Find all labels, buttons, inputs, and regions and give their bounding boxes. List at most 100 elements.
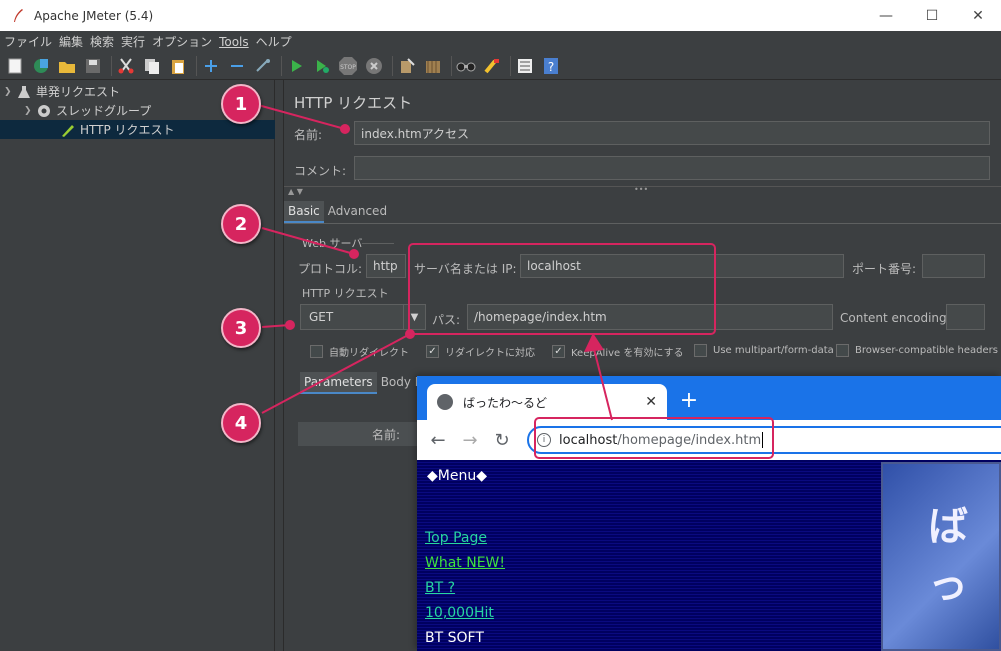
address-bar[interactable]: i localhost/homepage/index.htm: [527, 426, 1001, 454]
svg-text:STOP: STOP: [340, 64, 356, 71]
browser-tab[interactable]: ばったわ～るど ✕: [427, 384, 667, 420]
browser-nav-bar: ← → ↻ i localhost/homepage/index.htm: [417, 420, 1001, 460]
comment-field[interactable]: [354, 156, 990, 180]
collapse-icon[interactable]: [226, 55, 248, 77]
tab-advanced[interactable]: Advanced: [324, 201, 391, 223]
chevron-down-icon[interactable]: ❯: [4, 87, 16, 97]
checkbox-box[interactable]: [694, 344, 707, 357]
search-icon[interactable]: [455, 55, 477, 77]
menu-edit[interactable]: 編集: [59, 33, 83, 50]
keepalive-checkbox[interactable]: ✓ KeepAlive を有効にする: [552, 344, 683, 359]
copy-icon[interactable]: [141, 55, 163, 77]
browser-tab-title: ばったわ～るど: [463, 395, 548, 410]
clear-all-icon[interactable]: [422, 55, 444, 77]
checkbox-box[interactable]: [836, 344, 849, 357]
link-bt[interactable]: BT ?: [425, 580, 455, 596]
help-icon[interactable]: ?: [540, 55, 562, 77]
paste-icon[interactable]: [167, 55, 189, 77]
reload-icon[interactable]: ↻: [491, 429, 513, 451]
tab-parameters[interactable]: Parameters: [300, 372, 377, 394]
check-icon[interactable]: ✓: [426, 345, 439, 358]
shutdown-icon[interactable]: [363, 55, 385, 77]
param-name-header: 名前:: [371, 427, 400, 442]
info-icon[interactable]: i: [537, 433, 551, 447]
multipart-checkbox[interactable]: Use multipart/form-data: [694, 344, 834, 357]
new-icon[interactable]: [4, 55, 26, 77]
function-helper-icon[interactable]: [514, 55, 536, 77]
globe-icon: [437, 394, 453, 410]
menu-search[interactable]: 検索: [90, 33, 114, 50]
stop-icon[interactable]: STOP: [337, 55, 359, 77]
menu-help[interactable]: ヘルプ: [256, 33, 292, 50]
panel-splitter[interactable]: [275, 80, 284, 651]
menu-run[interactable]: 実行: [121, 33, 145, 50]
link-top-page[interactable]: Top Page: [425, 530, 487, 546]
method-select[interactable]: GET ▼: [300, 304, 426, 330]
server-label: サーバ名または IP:: [414, 262, 517, 276]
toggle-icon[interactable]: [252, 55, 274, 77]
templates-icon[interactable]: [30, 55, 52, 77]
reset-search-icon[interactable]: [481, 55, 503, 77]
check-icon[interactable]: ✓: [552, 345, 565, 358]
tab-basic[interactable]: Basic: [284, 201, 324, 223]
text-cursor: [762, 432, 764, 448]
chevron-down-icon[interactable]: ❯: [24, 106, 36, 116]
tree-item-thread-group[interactable]: ❯ スレッドグループ: [24, 101, 151, 120]
content-encoding-field[interactable]: [946, 304, 985, 330]
method-value: GET: [309, 310, 334, 324]
menu-bar: ファイル 編集 検索 実行 オプション Tools ヘルプ: [0, 31, 1001, 52]
path-label: パス:: [432, 313, 461, 327]
test-plan-tree: ❯ 単発リクエスト ❯ スレッドグループ HTTP リクエスト: [0, 80, 275, 651]
checkbox-box[interactable]: [310, 345, 323, 358]
path-field[interactable]: /homepage/index.htm: [467, 304, 833, 330]
name-field[interactable]: index.htmアクセス: [354, 121, 990, 145]
clear-icon[interactable]: [396, 55, 418, 77]
section-divider[interactable]: ▲ ▼ •••: [284, 185, 1001, 196]
name-label: 名前:: [294, 128, 323, 142]
new-tab-button[interactable]: +: [677, 388, 701, 413]
browser-compatible-headers-checkbox[interactable]: Browser-compatible headers: [836, 344, 998, 357]
window-title-bar: Apache JMeter (5.4) — ☐ ✕: [0, 0, 1001, 31]
follow-redirects-auto-checkbox[interactable]: 自動リダイレクト: [310, 344, 409, 359]
link-10000hit[interactable]: 10,000Hit: [425, 605, 494, 621]
port-field[interactable]: [922, 254, 985, 278]
start-icon[interactable]: [285, 55, 307, 77]
checkbox-label: KeepAlive を有効にする: [571, 348, 684, 359]
tab-close-icon[interactable]: ✕: [645, 394, 657, 410]
tree-item-test-plan[interactable]: ❯ 単発リクエスト: [4, 82, 120, 101]
hero-banner: ばっ: [881, 462, 1001, 651]
port-label: ポート番号:: [852, 262, 917, 276]
save-icon[interactable]: [82, 55, 104, 77]
maximize-button[interactable]: ☐: [909, 0, 955, 31]
jmeter-feather-icon: [14, 8, 23, 22]
start-no-pause-icon[interactable]: [311, 55, 333, 77]
minimize-button[interactable]: —: [863, 0, 909, 31]
callout-4: 4: [221, 403, 261, 443]
menu-tools[interactable]: Tools: [219, 35, 249, 49]
dropdown-arrow-icon[interactable]: ▼: [403, 305, 425, 329]
callout-1: 1: [221, 84, 261, 124]
server-field[interactable]: localhost: [520, 254, 844, 278]
link-bt-soft: BT SOFT: [425, 630, 484, 646]
menu-options[interactable]: オプション: [152, 33, 212, 50]
hero-text: ばっ: [928, 504, 968, 608]
link-what-new[interactable]: What NEW!: [425, 555, 505, 571]
page-menu-title: ◆Menu◆: [427, 468, 487, 484]
cut-icon[interactable]: [115, 55, 137, 77]
checkbox-label: Use multipart/form-data: [713, 345, 834, 356]
forward-icon[interactable]: →: [459, 429, 481, 451]
open-icon[interactable]: [56, 55, 78, 77]
browser-window: ばったわ～るど ✕ + ← → ↻ i localhost/homepage/i…: [417, 376, 1001, 651]
back-icon[interactable]: ←: [427, 429, 449, 451]
url-path: /homepage/index.htm: [617, 432, 762, 448]
protocol-field[interactable]: http: [366, 254, 406, 278]
pen-icon: [60, 122, 76, 138]
menu-file[interactable]: ファイル: [4, 33, 52, 50]
close-button[interactable]: ✕: [955, 0, 1001, 31]
config-tabs: Basic Advanced: [284, 201, 391, 223]
expand-icon[interactable]: [200, 55, 222, 77]
follow-redirects-checkbox[interactable]: ✓ リダイレクトに対応: [426, 344, 535, 359]
toolbar: STOP ?: [0, 52, 1001, 80]
checkbox-label: 自動リダイレクト: [329, 348, 409, 359]
tree-item-label: 単発リクエスト: [36, 85, 121, 99]
